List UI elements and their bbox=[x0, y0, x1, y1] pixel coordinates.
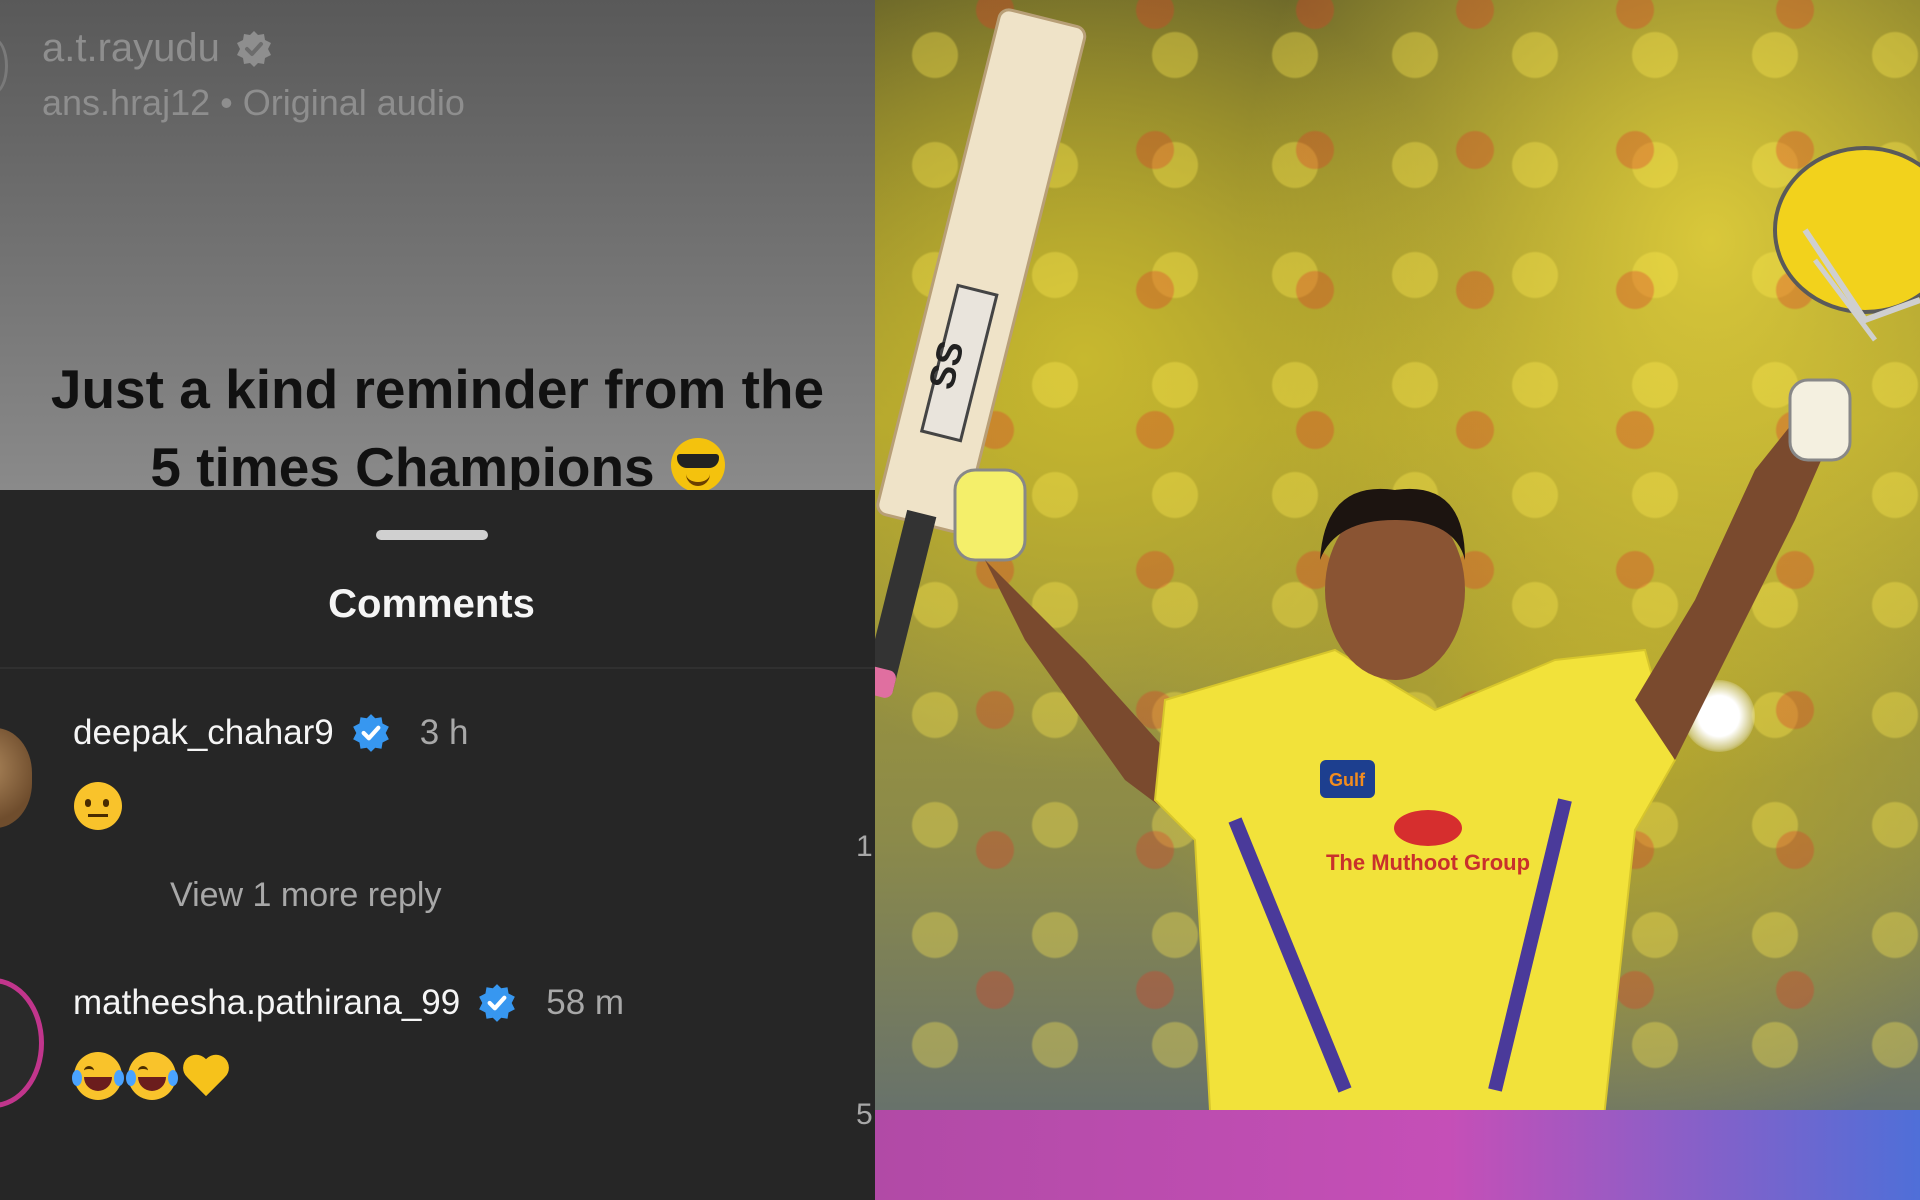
verified-badge-icon bbox=[352, 714, 389, 752]
reel-audio-label[interactable]: ans.hraj12 • Original audio bbox=[42, 82, 465, 124]
comment-body bbox=[74, 782, 122, 830]
caption-text: 5 times Champions bbox=[150, 436, 655, 490]
comments-sheet: Comments deepak_chahar9 3 h View 1 more … bbox=[0, 490, 875, 1200]
muthoot-text: The Muthoot Group bbox=[1326, 850, 1530, 875]
cricketer-photo: SS Gulf The Muthoot Group bbox=[875, 0, 1920, 1200]
reel-caption-line-2: 5 times Champions bbox=[0, 428, 875, 490]
comment-body bbox=[72, 1052, 232, 1100]
comments-title: Comments bbox=[328, 582, 535, 626]
reel-preview[interactable]: a.t.rayudu ans.hraj12 • Original audio J… bbox=[0, 0, 875, 490]
comment-header: deepak_chahar9 3 h bbox=[73, 712, 468, 754]
avatar[interactable] bbox=[0, 728, 32, 828]
reel-avatar[interactable] bbox=[0, 38, 8, 94]
player-illustration: SS Gulf The Muthoot Group bbox=[875, 8, 1920, 1200]
cricket-bat: SS bbox=[875, 8, 1087, 698]
reel-caption-line-1: Just a kind reminder from the bbox=[50, 358, 825, 420]
reel-username[interactable]: a.t.rayudu bbox=[42, 26, 220, 71]
verified-badge-icon bbox=[479, 984, 516, 1022]
divider bbox=[0, 667, 875, 669]
avatar[interactable] bbox=[0, 978, 44, 1108]
laughing-face-emoji-icon bbox=[126, 1052, 178, 1100]
instagram-panel: a.t.rayudu ans.hraj12 • Original audio J… bbox=[0, 0, 875, 1200]
pitch-advertising-board bbox=[875, 1110, 1920, 1200]
right-glove bbox=[1788, 378, 1852, 462]
comment-username[interactable]: matheesha.pathirana_99 bbox=[73, 983, 460, 1023]
right-arm bbox=[1635, 420, 1830, 760]
like-count: 1 bbox=[856, 830, 873, 863]
sponsor-text: Gulf bbox=[1329, 770, 1366, 790]
drag-handle[interactable] bbox=[376, 530, 488, 540]
salute-face-emoji-icon bbox=[74, 782, 122, 830]
comment-timestamp: 58 m bbox=[546, 983, 625, 1022]
laughing-face-emoji-icon bbox=[72, 1052, 124, 1100]
verified-badge-icon bbox=[236, 30, 271, 67]
left-glove bbox=[953, 468, 1027, 562]
comment-header: matheesha.pathirana_99 58 m bbox=[73, 982, 624, 1024]
comment-username[interactable]: deepak_chahar9 bbox=[73, 713, 334, 753]
reel-header: a.t.rayudu bbox=[42, 26, 274, 71]
helmet bbox=[1773, 146, 1920, 314]
yellow-heart-emoji-icon bbox=[184, 1052, 232, 1100]
like-count: 5 bbox=[856, 1098, 873, 1131]
comment-timestamp: 3 h bbox=[419, 713, 469, 752]
sunglasses-emoji-icon bbox=[670, 438, 725, 490]
view-more-replies-button[interactable]: View 1 more reply bbox=[170, 876, 442, 915]
